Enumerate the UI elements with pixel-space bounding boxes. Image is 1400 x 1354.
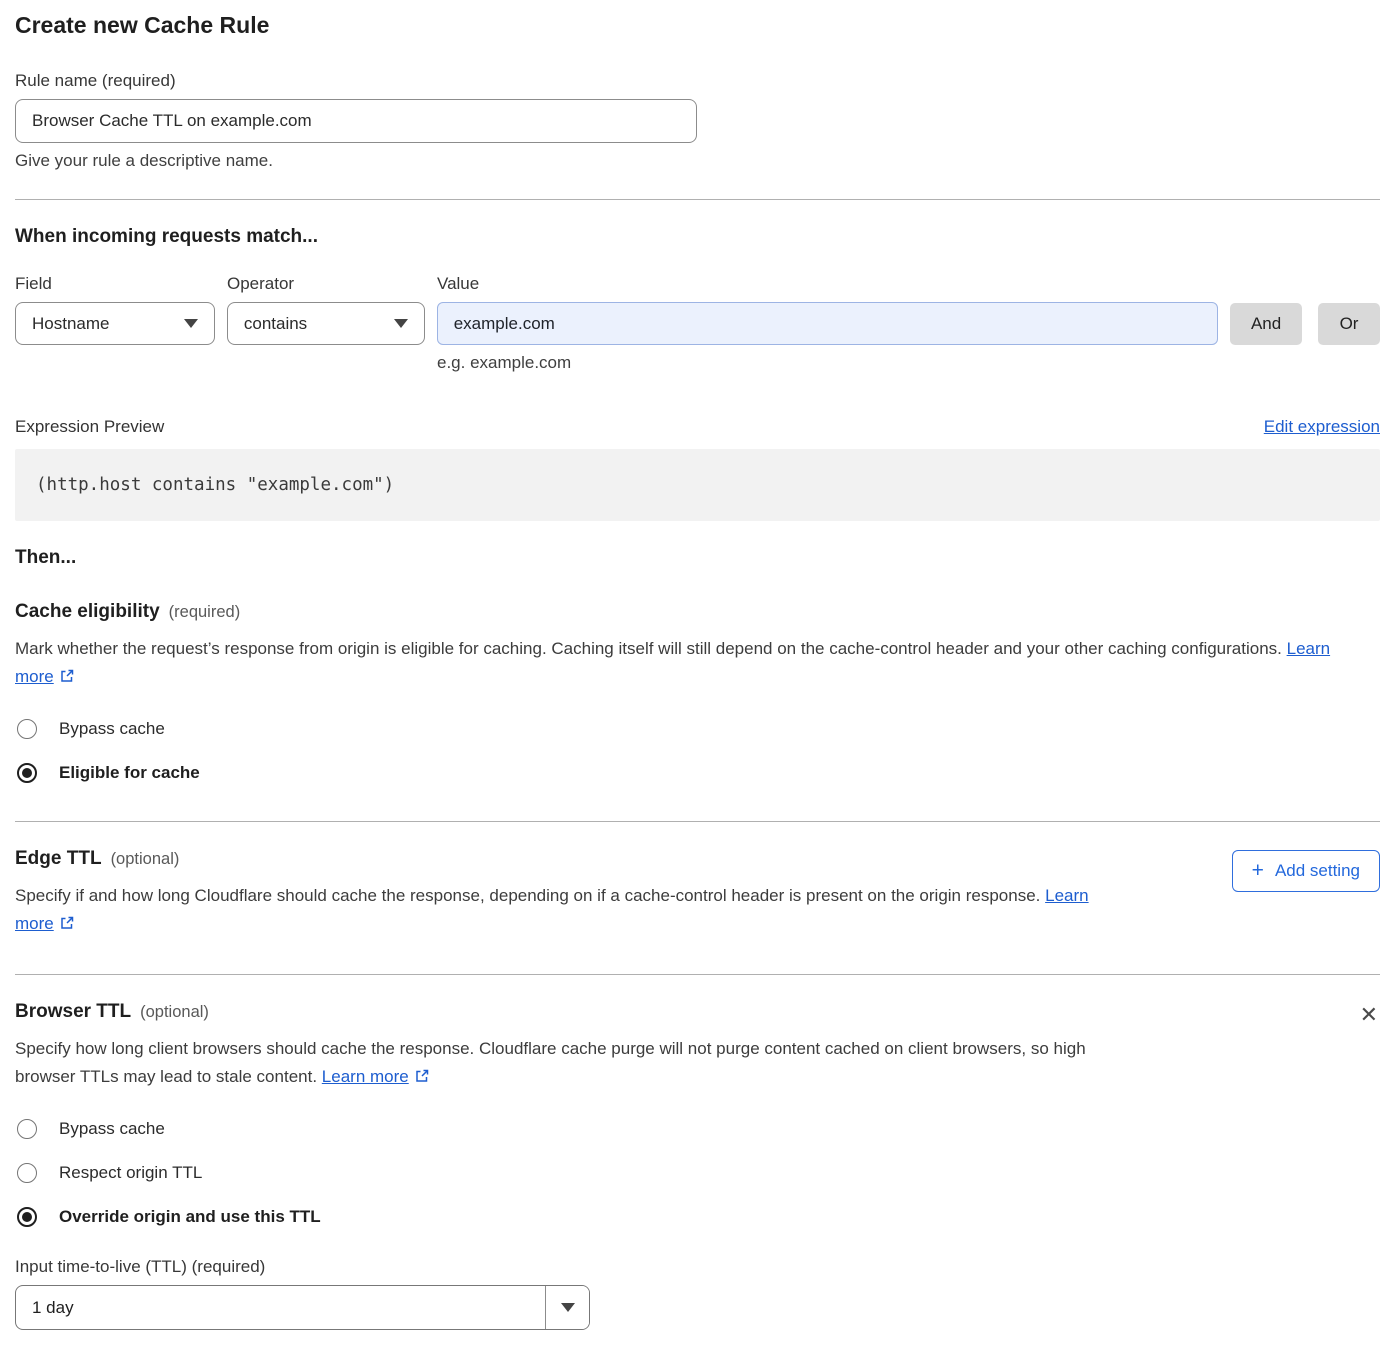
external-link-icon bbox=[414, 1065, 430, 1093]
edge-ttl-title: Edge TTL bbox=[15, 848, 102, 870]
cache-eligibility-description: Mark whether the request’s response from… bbox=[15, 635, 1355, 693]
field-label: Field bbox=[15, 274, 227, 294]
create-cache-rule-form: Create new Cache Rule Rule name (require… bbox=[0, 0, 1400, 1350]
expression-code: (http.host contains "example.com") bbox=[36, 475, 394, 495]
radio-circle bbox=[17, 1207, 37, 1227]
field-select-value: Hostname bbox=[32, 314, 109, 334]
expression-preview-box: (http.host contains "example.com") bbox=[15, 449, 1380, 521]
edge-ttl-qualifier: (optional) bbox=[111, 850, 180, 869]
radio-circle bbox=[17, 1119, 37, 1139]
cache-eligibility-options: Bypass cache Eligible for cache bbox=[15, 719, 1380, 783]
radio-browser-bypass-cache[interactable]: Bypass cache bbox=[15, 1119, 1380, 1139]
chevron-down-icon bbox=[545, 1286, 589, 1329]
edge-ttl-section-header: Edge TTL (optional) Specify if and how l… bbox=[15, 848, 1380, 940]
rule-name-input[interactable] bbox=[15, 99, 697, 143]
match-column-labels: Field Operator Value bbox=[15, 274, 1380, 294]
divider bbox=[15, 821, 1380, 822]
radio-bypass-cache[interactable]: Bypass cache bbox=[15, 719, 1380, 739]
operator-select[interactable]: contains bbox=[227, 302, 425, 345]
rule-name-helper: Give your rule a descriptive name. bbox=[15, 151, 1380, 171]
chevron-down-icon bbox=[184, 319, 198, 328]
external-link-icon bbox=[59, 912, 75, 940]
radio-eligible-for-cache[interactable]: Eligible for cache bbox=[15, 763, 1380, 783]
browser-ttl-learn-more-link[interactable]: Learn more bbox=[322, 1067, 409, 1086]
match-controls-row: Hostname contains And Or bbox=[15, 302, 1380, 345]
expression-preview-row: Expression Preview Edit expression bbox=[15, 417, 1380, 437]
rule-name-label: Rule name (required) bbox=[15, 71, 1380, 91]
radio-circle bbox=[17, 1163, 37, 1183]
cache-eligibility-qualifier: (required) bbox=[169, 603, 241, 622]
radio-respect-origin-ttl[interactable]: Respect origin TTL bbox=[15, 1163, 1380, 1183]
edge-ttl-description: Specify if and how long Cloudflare shoul… bbox=[15, 882, 1110, 940]
cache-eligibility-title: Cache eligibility bbox=[15, 601, 160, 623]
page-title: Create new Cache Rule bbox=[15, 12, 1380, 39]
browser-ttl-qualifier: (optional) bbox=[140, 1003, 209, 1022]
add-setting-button[interactable]: + Add setting bbox=[1232, 850, 1380, 892]
cache-eligibility-header: Cache eligibility (required) bbox=[15, 601, 1380, 623]
or-button[interactable]: Or bbox=[1318, 303, 1380, 345]
browser-ttl-title: Browser TTL bbox=[15, 1001, 131, 1023]
value-input[interactable] bbox=[437, 302, 1218, 345]
radio-circle bbox=[17, 763, 37, 783]
radio-circle bbox=[17, 719, 37, 739]
then-heading: Then... bbox=[15, 547, 1380, 569]
and-button[interactable]: And bbox=[1230, 303, 1302, 345]
field-select[interactable]: Hostname bbox=[15, 302, 215, 345]
chevron-down-icon bbox=[394, 319, 408, 328]
ttl-select-value: 1 day bbox=[16, 1286, 545, 1329]
edit-expression-link[interactable]: Edit expression bbox=[1264, 417, 1380, 437]
divider bbox=[15, 199, 1380, 200]
close-icon[interactable]: ✕ bbox=[1358, 1001, 1380, 1029]
value-label: Value bbox=[437, 274, 479, 294]
radio-override-origin-ttl[interactable]: Override origin and use this TTL bbox=[15, 1207, 1380, 1227]
browser-ttl-options: Bypass cache Respect origin TTL Override… bbox=[15, 1119, 1380, 1227]
plus-icon: + bbox=[1252, 860, 1264, 881]
value-helper: e.g. example.com bbox=[15, 353, 1380, 373]
browser-ttl-section-header: Browser TTL (optional) Specify how long … bbox=[15, 1001, 1380, 1093]
match-heading: When incoming requests match... bbox=[15, 226, 1380, 248]
ttl-select[interactable]: 1 day bbox=[15, 1285, 590, 1330]
divider bbox=[15, 974, 1380, 975]
expression-preview-label: Expression Preview bbox=[15, 417, 164, 437]
external-link-icon bbox=[59, 665, 75, 693]
operator-select-value: contains bbox=[244, 314, 307, 334]
browser-ttl-description: Specify how long client browsers should … bbox=[15, 1035, 1110, 1093]
ttl-input-label: Input time-to-live (TTL) (required) bbox=[15, 1257, 1380, 1277]
operator-label: Operator bbox=[227, 274, 437, 294]
